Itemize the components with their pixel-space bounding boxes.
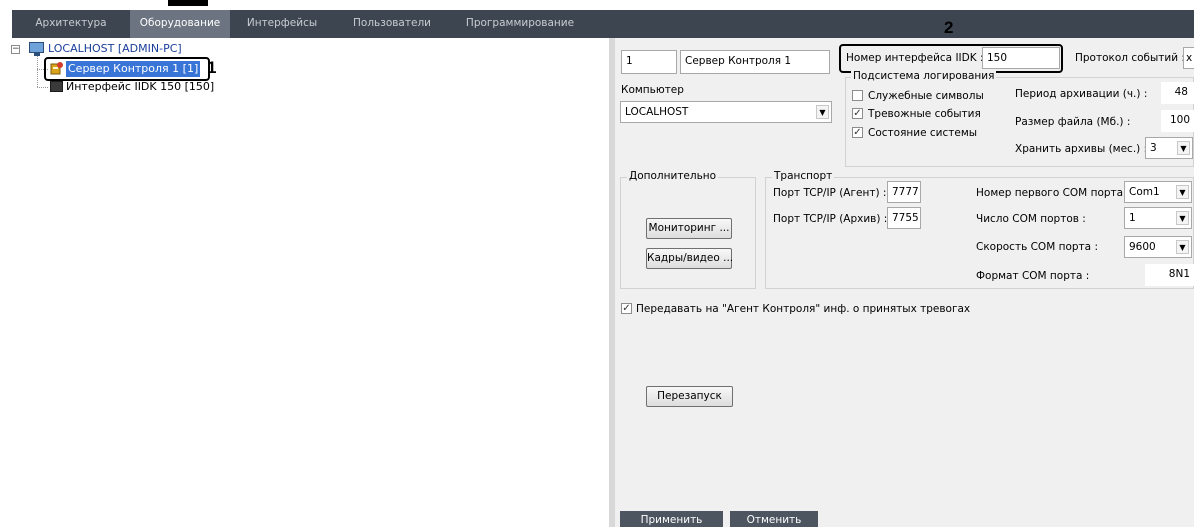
chevron-down-icon: ▼ bbox=[1176, 185, 1189, 199]
tree-root-localhost[interactable]: LOCALHOST [ADMIN-PC] bbox=[48, 41, 182, 57]
cancel-button[interactable]: Отменить bbox=[730, 511, 818, 527]
annotation-box-2 bbox=[839, 44, 1063, 73]
chevron-down-icon: ▼ bbox=[1177, 141, 1190, 155]
port-archive-label: Порт TCP/IP (Архив) : bbox=[773, 213, 888, 225]
com-count-label: Число COM портов : bbox=[976, 213, 1086, 225]
service-symbols-label: Служебные символы bbox=[868, 90, 984, 102]
checkbox-system-state[interactable]: ✓ bbox=[852, 127, 863, 138]
keep-archives-select[interactable]: 3 ▼ bbox=[1145, 137, 1193, 159]
transmit-alarms-label: Передавать на "Агент Контроля" инф. о пр… bbox=[636, 303, 971, 315]
tab-interfaces[interactable]: Интерфейсы bbox=[230, 10, 334, 38]
annotation-box-1 bbox=[44, 57, 210, 81]
checkbox-transmit-alarms[interactable]: ✓ bbox=[621, 303, 632, 314]
tab-programming[interactable]: Программирование bbox=[450, 10, 590, 38]
first-com-port-label: Номер первого COM порта : bbox=[976, 187, 1130, 199]
port-agent-label: Порт TCP/IP (Агент) : bbox=[773, 187, 887, 199]
event-protocol-button[interactable]: x bbox=[1183, 47, 1194, 69]
additional-group-title: Дополнительно bbox=[627, 170, 719, 182]
com-speed-label: Скорость COM порта : bbox=[976, 241, 1098, 253]
chevron-down-icon: ▼ bbox=[816, 105, 829, 119]
com-count-select[interactable]: 1 ▼ bbox=[1124, 207, 1192, 229]
file-size-field[interactable]: 100 bbox=[1161, 110, 1194, 132]
server-id-field[interactable]: 1 bbox=[621, 50, 677, 74]
apply-button[interactable]: Применить bbox=[620, 511, 723, 527]
tree-item-iidk-interface[interactable]: Интерфейс IIDK 150 [150] bbox=[66, 79, 214, 95]
transport-group-title: Транспорт bbox=[772, 170, 835, 182]
file-size-label: Размер файла (Мб.) : bbox=[1015, 116, 1131, 128]
app-window: Архитектура Оборудование Интерфейсы Поль… bbox=[0, 0, 1194, 527]
alarm-events-label: Тревожные события bbox=[868, 108, 981, 120]
computer-label: Компьютер bbox=[621, 84, 684, 96]
archive-period-field[interactable]: 48 bbox=[1161, 82, 1194, 104]
restart-button[interactable]: Перезапуск bbox=[646, 386, 733, 407]
tree-expander-root[interactable]: − bbox=[11, 45, 20, 54]
tree-connector bbox=[37, 87, 48, 88]
server-name-field[interactable]: Сервер Контроля 1 bbox=[680, 50, 830, 74]
com-speed-value: 9600 bbox=[1129, 241, 1156, 253]
com-format-field[interactable]: 8N1 bbox=[1145, 264, 1194, 286]
keep-archives-label: Хранить архивы (мес.) : bbox=[1015, 143, 1148, 155]
iidk-interface-icon bbox=[50, 81, 63, 92]
first-com-port-select[interactable]: Com1 ▼ bbox=[1124, 181, 1192, 203]
first-com-port-value: Com1 bbox=[1129, 186, 1160, 198]
cropped-heading-fragment bbox=[168, 0, 208, 6]
annotation-number-2: 2 bbox=[944, 18, 954, 37]
computer-select-value: LOCALHOST bbox=[625, 106, 689, 118]
com-format-label: Формат COM порта : bbox=[976, 270, 1090, 282]
computer-select[interactable]: LOCALHOST ▼ bbox=[620, 101, 832, 123]
event-protocol-label: Протокол событий : bbox=[1075, 52, 1185, 64]
checkbox-service-symbols[interactable] bbox=[852, 90, 863, 101]
com-count-value: 1 bbox=[1129, 212, 1136, 224]
checkbox-alarm-events[interactable]: ✓ bbox=[852, 108, 863, 119]
panel-divider bbox=[609, 38, 615, 527]
chevron-down-icon: ▼ bbox=[1176, 240, 1189, 254]
top-tab-bar: Архитектура Оборудование Интерфейсы Поль… bbox=[12, 10, 1194, 38]
annotation-number-1: 1 bbox=[207, 58, 217, 77]
tab-users[interactable]: Пользователи bbox=[334, 10, 450, 38]
tree-connector bbox=[37, 56, 38, 87]
keep-archives-select-value: 3 bbox=[1150, 142, 1157, 154]
archive-period-label: Период архивации (ч.) : bbox=[1015, 88, 1148, 100]
logging-group-title: Подсистема логирования bbox=[851, 70, 997, 82]
computer-icon bbox=[29, 42, 44, 56]
frames-video-button[interactable]: Кадры/видео ... bbox=[646, 248, 733, 269]
chevron-down-icon: ▼ bbox=[1176, 211, 1189, 225]
com-speed-select[interactable]: 9600 ▼ bbox=[1124, 236, 1192, 258]
system-state-label: Состояние системы bbox=[868, 127, 978, 139]
port-agent-field[interactable]: 7777 bbox=[887, 181, 921, 203]
monitoring-button[interactable]: Мониторинг ... bbox=[646, 218, 732, 239]
port-archive-field[interactable]: 7755 bbox=[887, 207, 921, 229]
tab-equipment[interactable]: Оборудование bbox=[130, 10, 230, 38]
tab-architecture[interactable]: Архитектура bbox=[12, 10, 130, 38]
